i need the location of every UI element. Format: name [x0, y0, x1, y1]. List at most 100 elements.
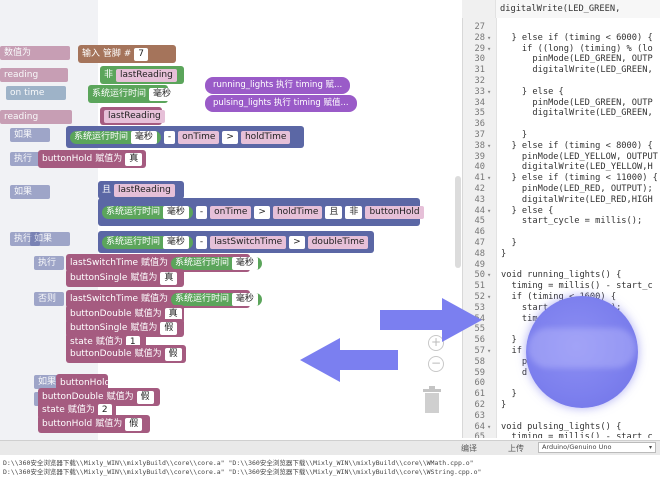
var-last-reading[interactable]: lastReading — [114, 183, 175, 197]
line-number: 62 — [474, 400, 485, 410]
unit-field[interactable]: 毫秒 — [231, 292, 258, 306]
fold-icon[interactable]: ▾ — [487, 87, 491, 98]
var-last-reading-block[interactable]: lastReading — [100, 107, 165, 125]
bool-field[interactable]: 真 — [160, 271, 178, 285]
var-button-hold[interactable]: buttonHold — [365, 205, 424, 219]
code-text: if — [501, 346, 522, 356]
millis-block[interactable]: 系统运行时间 毫秒 — [88, 85, 176, 103]
line-number: 39 — [474, 151, 485, 162]
var-double-time[interactable]: doubleTime — [307, 235, 369, 249]
board-select[interactable]: Arduino/Genuino Uno ▾ — [538, 442, 656, 453]
operator-field[interactable]: - — [195, 205, 208, 219]
block-label: 系统运行时间 — [106, 206, 161, 217]
var-last-reading[interactable]: lastReading — [116, 68, 177, 82]
assign-button-double[interactable]: buttonDouble 赋值为 假 — [66, 345, 186, 363]
var-last-reading[interactable]: lastReading — [104, 109, 165, 123]
compile-button[interactable]: 编译 — [461, 443, 477, 454]
code-text: tim — [501, 313, 538, 324]
line-number: 46 — [474, 227, 485, 238]
fold-icon[interactable]: ▾ — [487, 270, 491, 281]
compare-block-3[interactable]: 系统运行时间 毫秒 - lastSwitchTime > doubleTime — [98, 231, 374, 253]
code-text: } else { — [501, 86, 564, 97]
code-text: } else if (timing < 11000) { — [501, 173, 658, 184]
millis-block[interactable]: 系统运行时间 毫秒 — [102, 235, 193, 249]
operator-field[interactable]: - — [195, 235, 208, 249]
millis-block[interactable]: 系统运行时间 毫秒 — [171, 256, 262, 270]
unit-field[interactable]: 毫秒 — [231, 256, 258, 270]
compare-block-2[interactable]: 系统运行时间 毫秒 - onTime > holdTime 且 非 button… — [98, 198, 424, 226]
trash-icon[interactable] — [421, 384, 443, 414]
assign-button-hold[interactable]: buttonHold 赋值为 真 — [38, 150, 146, 168]
fold-icon[interactable]: ▾ — [487, 346, 491, 357]
line-number: 27 — [474, 22, 485, 32]
comment-pulsing-lights[interactable]: pulsing_lights 执行 timing 赋值... — [205, 95, 357, 112]
var-hold-time[interactable]: holdTime — [272, 205, 323, 219]
fold-icon[interactable]: ▾ — [487, 141, 491, 152]
millis-block[interactable]: 系统运行时间 毫秒 — [102, 205, 193, 219]
ghost-block: on time — [6, 86, 66, 100]
code-text: } else if (timing < 6000) { — [501, 32, 653, 43]
operator-field[interactable]: - — [163, 130, 176, 144]
compare-block-1[interactable]: 系统运行时间 毫秒 - onTime > holdTime — [66, 126, 304, 148]
fold-icon[interactable]: ▾ — [487, 173, 491, 184]
code-text: void pulsing_lights() { — [501, 421, 622, 432]
block-label: 赋值为 — [95, 419, 123, 429]
bool-field[interactable]: 假 — [160, 321, 178, 335]
fold-icon[interactable]: ▾ — [487, 292, 491, 303]
zoom-out-icon[interactable]: − — [428, 356, 444, 372]
ghost-block: 否则 — [34, 292, 64, 306]
operator-field[interactable]: > — [289, 235, 305, 249]
bool-field[interactable]: 假 — [164, 347, 182, 361]
unit-field[interactable]: 毫秒 — [130, 130, 157, 144]
unit-field[interactable]: 毫秒 — [162, 205, 189, 219]
fold-icon[interactable]: ▾ — [487, 33, 491, 44]
code-text: } — [501, 238, 517, 248]
and-field[interactable]: 且 — [325, 205, 343, 219]
var-last-switch-time[interactable]: lastSwitchTime — [210, 235, 287, 249]
workspace-scrollbar[interactable] — [455, 176, 461, 268]
block-label: 系统运行时间 — [175, 293, 230, 304]
millis-block[interactable]: 系统运行时间 毫秒 — [171, 292, 262, 306]
block-workspace[interactable]: 数值为 reading on time reading 如果 执行 如果 执行 … — [0, 0, 462, 440]
line-number: 65 — [474, 432, 485, 438]
fold-icon[interactable]: ▾ — [487, 422, 491, 433]
bool-field[interactable]: 假 — [125, 417, 143, 431]
block-label: 非 — [104, 70, 114, 80]
code-text: digitalWrite(LED_YELLOW,H — [501, 162, 653, 173]
operator-field[interactable]: > — [254, 205, 270, 219]
block-label: 系统运行时间 — [92, 89, 147, 99]
var-hold-time[interactable]: holdTime — [240, 130, 291, 144]
assign-button-single[interactable]: buttonSingle 赋值为 真 — [66, 269, 184, 287]
line-number: 50 — [474, 270, 485, 281]
line-number: 47 — [474, 238, 485, 248]
digital-read-block[interactable]: 输入 管脚 # 7 — [78, 45, 176, 63]
assign-button-hold[interactable]: buttonHold 赋值为 假 — [38, 415, 150, 433]
fold-icon[interactable]: ▾ — [487, 44, 491, 55]
unit-field[interactable]: 毫秒 — [162, 235, 189, 249]
operator-field[interactable]: > — [222, 130, 238, 144]
block-label: 系统运行时间 — [74, 131, 129, 142]
bool-field[interactable]: 真 — [125, 152, 143, 166]
unit-field[interactable]: 毫秒 — [149, 87, 176, 101]
pin-field[interactable]: 7 — [134, 47, 148, 61]
console-output: D:\\360安全浏览器下载\\Mixly_WIN\\mixlyBuild\\c… — [0, 455, 660, 500]
bool-field[interactable]: 假 — [136, 390, 154, 404]
var-on-time[interactable]: onTime — [210, 205, 252, 219]
logic-and-block[interactable]: 且 lastReading — [98, 181, 184, 199]
code-text: } — [501, 335, 517, 346]
code-text: } else { — [501, 205, 554, 216]
upload-button[interactable]: 上传 — [508, 443, 524, 454]
line-number: 63 — [474, 410, 485, 421]
line-number: 49 — [474, 259, 485, 270]
not-field[interactable]: 非 — [345, 205, 363, 219]
code-text: } — [501, 248, 507, 259]
logic-not-block[interactable]: 非 lastReading — [100, 66, 184, 84]
millis-block[interactable]: 系统运行时间 毫秒 — [70, 130, 161, 144]
code-text: digitalWrite(LED_GREEN, — [501, 108, 653, 119]
var-on-time[interactable]: onTime — [178, 130, 220, 144]
code-text: digitalWrite(LED_GREEN, — [501, 65, 653, 76]
comment-running-lights[interactable]: running_lights 执行 timing 赋... — [205, 77, 351, 94]
chevron-down-icon: ▾ — [648, 444, 652, 451]
code-text: timing = millis() - start_c — [501, 281, 653, 292]
fold-icon[interactable]: ▾ — [487, 206, 491, 217]
